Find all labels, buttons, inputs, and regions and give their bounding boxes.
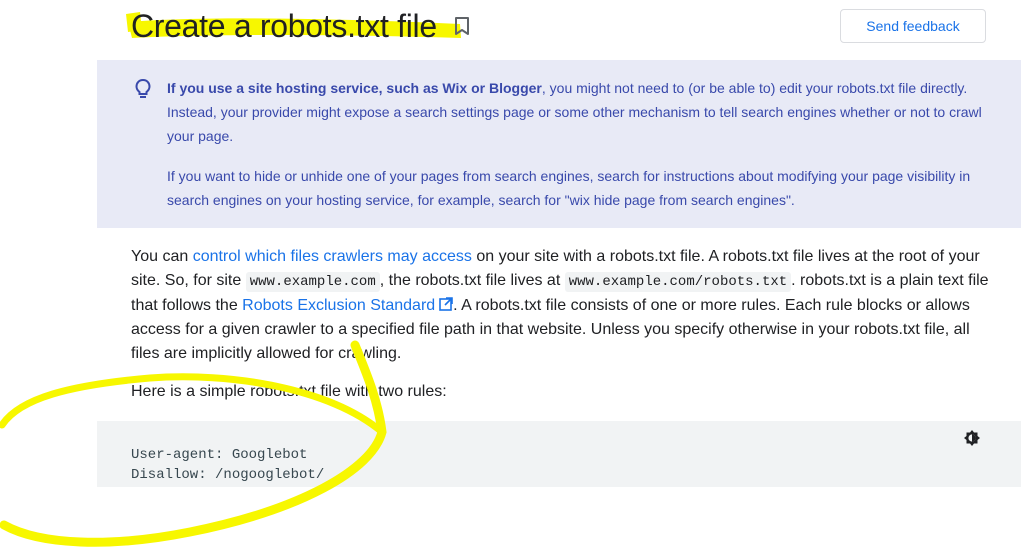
send-feedback-button[interactable]: Send feedback: [840, 9, 986, 43]
code-line-1: User-agent: Googlebot: [131, 447, 308, 463]
text-segment: You can: [131, 248, 193, 265]
title-row: Create a robots.txt file: [131, 4, 471, 48]
hosting-callout: If you use a site hosting service, such …: [97, 60, 1021, 228]
lightbulb-icon: [135, 78, 151, 98]
code-content: User-agent: Googlebot Disallow: /nogoogl…: [131, 445, 324, 485]
inline-code-robots-url: www.example.com/robots.txt: [564, 272, 792, 292]
robots-exclusion-standard-link[interactable]: Robots Exclusion Standard: [242, 297, 453, 314]
intro-paragraph: You can control which files crawlers may…: [131, 245, 1001, 366]
callout-paragraph-2: If you want to hide or unhide one of you…: [167, 168, 971, 208]
external-link-icon: [439, 297, 453, 311]
link-label: Robots Exclusion Standard: [242, 297, 436, 314]
inline-code-site: www.example.com: [245, 272, 380, 292]
robots-code-block: User-agent: Googlebot Disallow: /nogoogl…: [97, 421, 1021, 487]
control-crawlers-link[interactable]: control which files crawlers may access: [193, 248, 472, 265]
callout-paragraph-1: If you use a site hosting service, such …: [167, 76, 997, 148]
code-line-2: Disallow: /nogooglebot/: [131, 467, 325, 483]
page-title: Create a robots.txt file: [131, 7, 437, 44]
theme-toggle-icon[interactable]: [963, 429, 981, 447]
text-segment: , the robots.txt file lives at: [379, 272, 565, 289]
bookmark-icon[interactable]: [453, 16, 471, 36]
code-intro-text: Here is a simple robots.txt file with tw…: [131, 383, 447, 400]
callout-bold-text: If you use a site hosting service, such …: [167, 80, 542, 96]
